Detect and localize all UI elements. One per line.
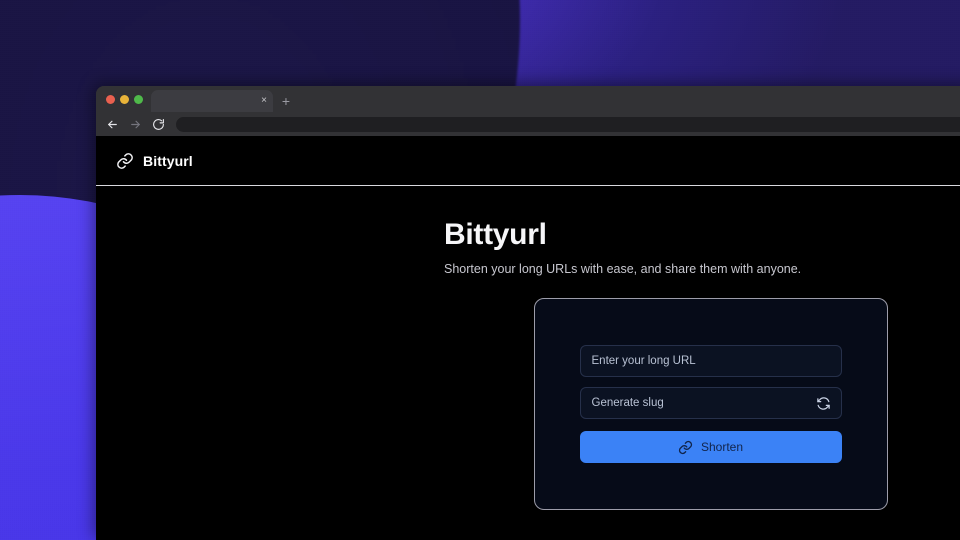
web-page: Bittyurl Bittyurl Shorten your long URLs… <box>96 136 960 540</box>
hero-section: Bittyurl Shorten your long URLs with eas… <box>96 186 960 510</box>
browser-toolbar <box>96 112 960 136</box>
maximize-window-button[interactable] <box>134 94 143 104</box>
link-icon <box>116 152 134 170</box>
desktop: × + Bittyurl Bittyurl Shorten your long … <box>0 0 960 540</box>
page-title: Bittyurl <box>444 218 547 251</box>
shorten-button[interactable]: Shorten <box>579 431 842 463</box>
shorten-form-card: Enter your long URL Generate slug Shorte… <box>533 298 888 510</box>
site-header: Bittyurl <box>96 136 960 186</box>
browser-window: × + Bittyurl Bittyurl Shorten your long … <box>96 86 960 540</box>
page-subtitle: Shorten your long URLs with ease, and sh… <box>444 262 802 276</box>
close-icon[interactable]: × <box>261 96 267 106</box>
back-arrow-icon[interactable] <box>104 116 121 133</box>
long-url-field[interactable]: Enter your long URL <box>579 345 842 377</box>
browser-tab[interactable]: × <box>151 90 273 112</box>
close-window-button[interactable] <box>106 94 115 104</box>
address-bar[interactable] <box>176 116 960 132</box>
brand-logo[interactable]: Bittyurl <box>116 152 193 170</box>
brand-name: Bittyurl <box>143 152 193 169</box>
browser-tab-strip: × + <box>96 86 960 112</box>
reload-icon[interactable] <box>150 116 167 133</box>
link-icon <box>678 440 693 455</box>
slug-field[interactable]: Generate slug <box>579 387 842 419</box>
forward-arrow-icon[interactable] <box>127 116 144 133</box>
new-tab-button[interactable]: + <box>273 90 299 112</box>
window-controls[interactable] <box>104 86 151 112</box>
minimize-window-button[interactable] <box>120 94 129 104</box>
slug-placeholder: Generate slug <box>591 397 664 409</box>
shorten-button-label: Shorten <box>700 440 744 454</box>
refresh-icon[interactable] <box>816 395 832 411</box>
long-url-placeholder: Enter your long URL <box>591 355 696 367</box>
